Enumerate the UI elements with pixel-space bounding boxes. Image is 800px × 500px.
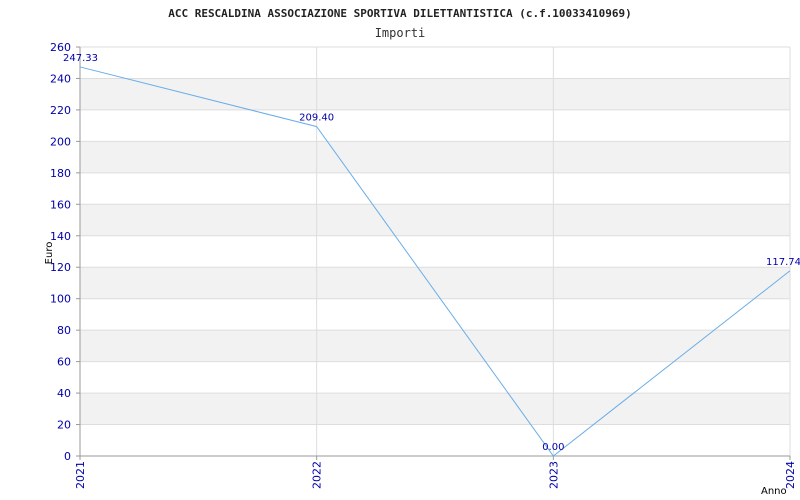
y-tick-label: 0 bbox=[64, 450, 71, 463]
y-tick-label: 180 bbox=[50, 167, 71, 180]
data-label: 0.00 bbox=[542, 442, 564, 453]
y-tick-label: 20 bbox=[57, 419, 71, 432]
x-tick-labels: 2021 2022 2023 2024 bbox=[74, 461, 797, 489]
plot-band bbox=[80, 330, 790, 362]
plot-band bbox=[80, 141, 790, 173]
y-tick-label: 140 bbox=[50, 230, 71, 243]
y-tick-label: 200 bbox=[50, 135, 71, 148]
line-chart: ACC RESCALDINA ASSOCIAZIONE SPORTIVA DIL… bbox=[44, 7, 800, 497]
x-tick-label: 2024 bbox=[784, 461, 797, 489]
chart-title: ACC RESCALDINA ASSOCIAZIONE SPORTIVA DIL… bbox=[168, 7, 632, 20]
x-tick-label: 2022 bbox=[311, 461, 324, 489]
y-tick-label: 160 bbox=[50, 198, 71, 211]
y-tick-label: 240 bbox=[50, 72, 71, 85]
y-tick-label: 220 bbox=[50, 104, 71, 117]
x-tick-label: 2021 bbox=[74, 461, 87, 489]
y-axis-label: Euro bbox=[44, 242, 55, 265]
plot-band bbox=[80, 267, 790, 299]
data-label: 247.33 bbox=[63, 53, 98, 64]
plot-band bbox=[80, 393, 790, 425]
y-tick-label: 60 bbox=[57, 356, 71, 369]
x-axis-label: Anno bbox=[761, 486, 787, 497]
data-label: 117.74 bbox=[766, 257, 800, 268]
chart-subtitle: Importi bbox=[375, 26, 426, 40]
y-tick-label: 40 bbox=[57, 387, 71, 400]
y-tick-label: 100 bbox=[50, 293, 71, 306]
data-label: 209.40 bbox=[299, 113, 334, 124]
chart: ACC RESCALDINA ASSOCIAZIONE SPORTIVA DIL… bbox=[0, 0, 800, 500]
plot-band bbox=[80, 204, 790, 236]
y-tick-label: 80 bbox=[57, 324, 71, 337]
plot-bands bbox=[80, 78, 790, 425]
x-tick-label: 2023 bbox=[547, 461, 560, 489]
